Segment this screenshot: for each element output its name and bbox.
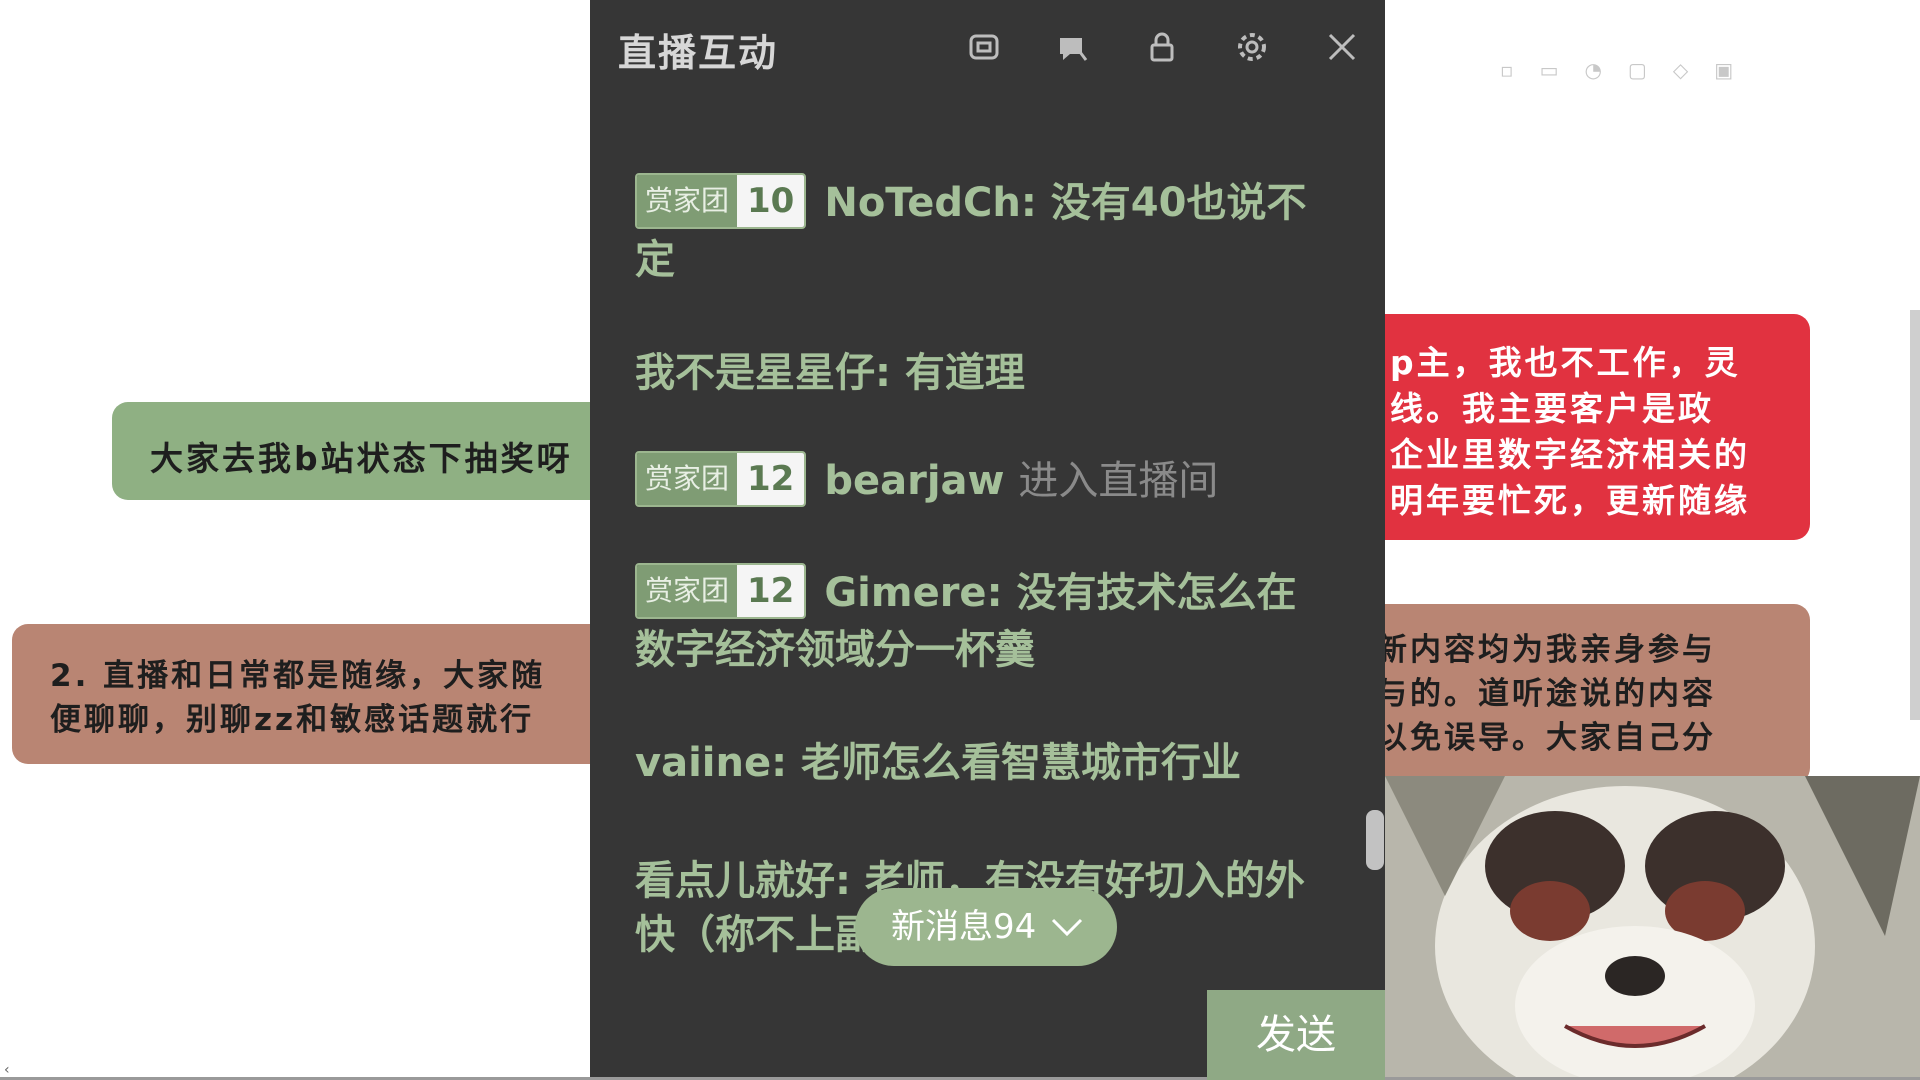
rules-banner-right: 新内容均为我亲身参与 与的。道听途说的内容 以免误导。大家自己分 (1350, 604, 1810, 784)
message-username[interactable]: 我不是星星仔 (635, 350, 875, 396)
gear-icon[interactable] (1232, 30, 1272, 70)
rules-banner-line: 便聊聊，别聊zz和敏感话题就行 (50, 702, 535, 738)
fan-badge-level: 12 (737, 453, 805, 505)
message-username[interactable]: Gimere (824, 570, 986, 616)
lottery-banner: 大家去我b站状态下抽奖呀 (112, 402, 612, 500)
faint-icon: ▢ (1627, 58, 1647, 82)
panel-title: 直播互动 (618, 31, 779, 75)
faint-icon: ▣ (1714, 58, 1734, 82)
fan-badge-level: 10 (737, 175, 805, 227)
live-interaction-panel: 直播互动 ●● 两条消息♥♥♥ 赏家团 10 NoTedCh: 没有40也说不定… (590, 0, 1385, 1080)
lottery-banner-text: 大家去我b站状态下抽奖呀 (150, 439, 573, 478)
chat-message: 我不是星星仔: 有道理 (635, 346, 1335, 400)
streamer-avatar-video (1385, 776, 1920, 1080)
fan-badge[interactable]: 赏家团 10 (635, 173, 807, 229)
chat-bubble-icon[interactable] (1052, 30, 1092, 70)
fan-badge[interactable]: 赏家团 12 (635, 563, 807, 619)
chat-message: 赏家团 12 Gimere: 没有技术怎么在数字经济领域分一杯羹 (635, 563, 1335, 677)
fan-badge-name: 赏家团 (637, 565, 738, 617)
fan-badge-name: 赏家团 (637, 175, 738, 227)
lock-icon[interactable] (1142, 30, 1182, 70)
window-icon[interactable] (964, 30, 1004, 70)
faint-icon: ◔ (1584, 58, 1602, 82)
new-messages-label: 新消息94 (891, 907, 1037, 947)
chevron-down-icon (1047, 888, 1087, 994)
intro-banner-line: 线。我主要客户是政 (1390, 389, 1714, 428)
message-separator: : (875, 350, 905, 396)
message-text: 老师怎么看智慧城市行业 (801, 740, 1242, 786)
message-username[interactable]: 看点儿就好 (635, 858, 835, 904)
intro-banner-line: 企业里数字经济相关的 (1390, 435, 1750, 474)
new-messages-button[interactable]: 新消息94 (855, 888, 1117, 966)
rules-banner-line: 新内容均为我亲身参与 (1376, 632, 1716, 668)
background-toolbar: ▫ ▭ ◔ ▢ ◇ ▣ (1500, 40, 1880, 100)
enter-room-text: 进入直播间 (1018, 458, 1219, 504)
send-button[interactable]: 发送 (1207, 990, 1385, 1080)
message-separator: : (835, 858, 865, 904)
message-text: 有道理 (904, 350, 1025, 396)
message-username[interactable]: vaiine (635, 740, 771, 786)
fan-badge-name: 赏家团 (637, 453, 738, 505)
intro-banner-red: p主，我也不工作，灵 线。我主要客户是政 企业里数字经济相关的 明年要忙死，更新… (1350, 314, 1810, 540)
message-separator: : (771, 740, 802, 786)
message-username[interactable]: bearjaw (824, 458, 1004, 504)
chevron-left-icon[interactable]: ‹ (4, 1062, 10, 1078)
faint-icon: ◇ (1672, 58, 1689, 82)
intro-banner-line: 明年要忙死，更新随缘 (1390, 481, 1750, 520)
rules-banner-line: 以免误导。大家自己分 (1376, 720, 1716, 756)
message-separator: : (986, 570, 1017, 616)
rules-banner-line: 2. 直播和日常都是随缘，大家随 (50, 658, 546, 694)
message-username[interactable]: NoTedCh (824, 180, 1021, 226)
rules-banner-left: 2. 直播和日常都是随缘，大家随 便聊聊，别聊zz和敏感话题就行 (12, 624, 612, 764)
fan-badge-level: 12 (737, 565, 805, 617)
rules-banner-line: 与的。道听途说的内容 (1376, 676, 1716, 712)
faint-icon: ▫ (1500, 58, 1514, 82)
avatar-drag-handle[interactable] (1366, 810, 1384, 870)
page-scrollbar[interactable] (1910, 310, 1920, 720)
intro-banner-line: p主，我也不工作，灵 (1390, 343, 1741, 382)
red-panda-avatar (1385, 776, 1920, 1080)
chat-message: 赏家团 12 bearjaw 进入直播间 (635, 451, 1335, 511)
chat-message: vaiine: 老师怎么看智慧城市行业 (635, 736, 1335, 790)
chat-message: 赏家团 10 NoTedCh: 没有40也说不定 (635, 173, 1335, 287)
message-separator: : (1020, 180, 1051, 226)
fan-badge[interactable]: 赏家团 12 (635, 451, 807, 507)
faint-icon: ▭ (1539, 58, 1559, 82)
panel-header: 直播互动 (590, 0, 1385, 100)
close-icon[interactable] (1322, 30, 1362, 70)
